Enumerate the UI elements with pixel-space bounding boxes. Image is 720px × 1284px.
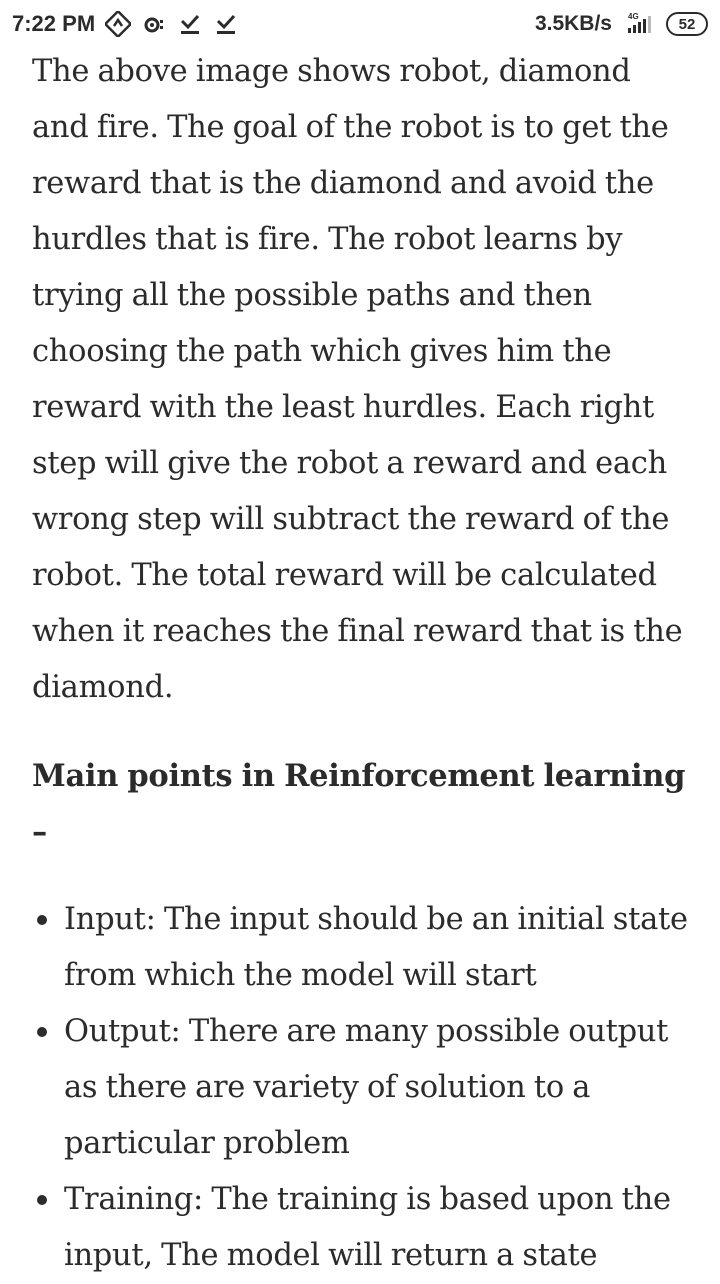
list-item-text: Input: The input should be an initial st… — [64, 902, 688, 993]
status-time: 7:22 PM — [12, 11, 96, 36]
download-done-icon — [177, 11, 203, 37]
status-right: 3.5KB/s 4G 52 — [535, 11, 708, 37]
app-badge-icon — [103, 9, 133, 39]
article-content: The above image shows robot, diamond and… — [32, 44, 692, 1284]
section-heading: Main points in Reinforcement learning – — [32, 758, 686, 850]
article-paragraph: The above image shows robot, diamond and… — [32, 54, 683, 705]
list-item: Training: The training is based upon the… — [32, 1172, 692, 1284]
bullet-dot-icon — [37, 1027, 47, 1037]
bullet-list: Input: The input should be an initial st… — [32, 892, 692, 1284]
bullet-dot-icon — [37, 1195, 47, 1205]
status-left: 7:22 PM — [12, 9, 239, 39]
hotspot-icon — [141, 11, 167, 37]
list-item: Input: The input should be an initial st… — [32, 892, 692, 1004]
status-bar: 7:22 PM 3.5KB/s 4G 52 — [0, 0, 720, 50]
list-item-text: Training: The training is based upon the… — [64, 1182, 671, 1273]
bullet-dot-icon — [37, 915, 47, 925]
list-item-text: Output: There are many possible output a… — [64, 1014, 669, 1161]
battery-indicator: 52 — [666, 12, 708, 36]
signal-icon: 4G — [622, 11, 656, 37]
network-type-label: 4G — [628, 12, 639, 21]
download-done-icon — [213, 11, 239, 37]
network-speed: 3.5KB/s — [534, 12, 612, 35]
list-item: Output: There are many possible output a… — [32, 1004, 692, 1172]
